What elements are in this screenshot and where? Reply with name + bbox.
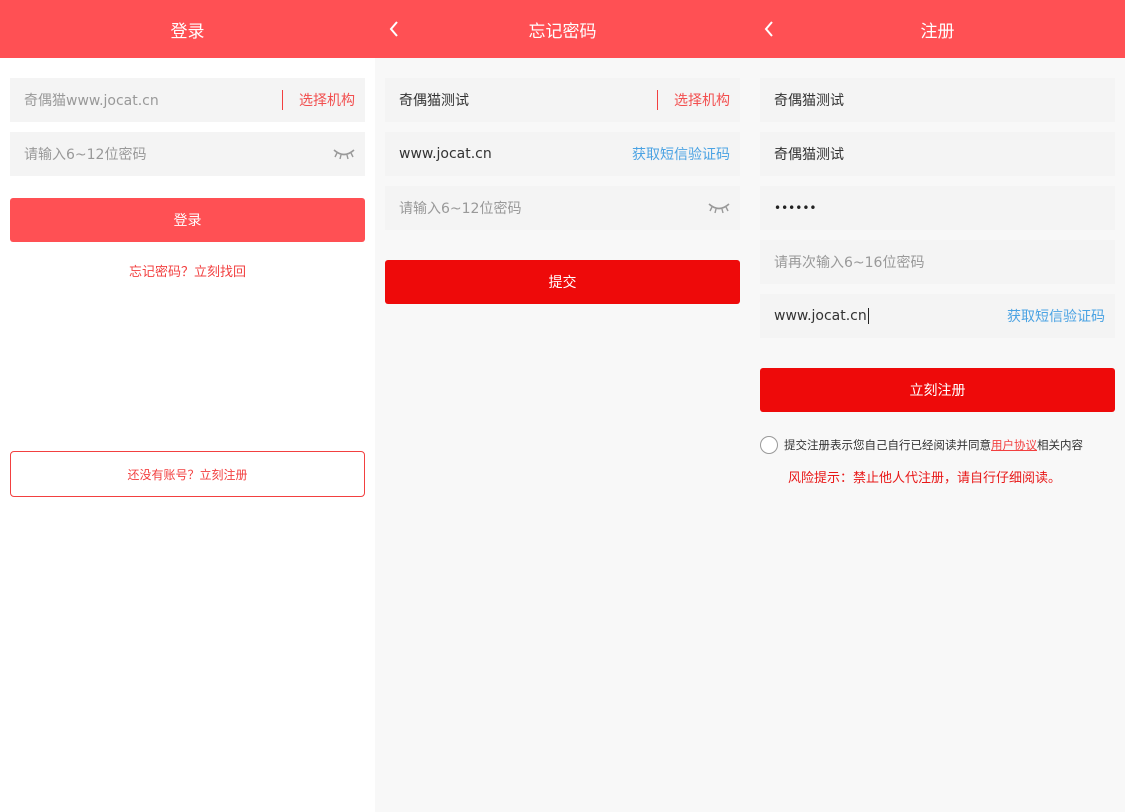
forgot-password-screen: 忘记密码 奇偶猫测试 选择机构 www.jocat.cn 获取短信验证码 请输入… [375, 0, 750, 812]
institution-value: 奇偶猫测试 [774, 93, 844, 109]
get-sms-code-link[interactable]: 获取短信验证码 [1007, 306, 1105, 326]
password-masked-value: •••••• [774, 201, 817, 215]
password-field[interactable]: •••••• [760, 186, 1115, 230]
institution-value: 奇偶猫测试 [399, 93, 469, 109]
forgot-password-link[interactable]: 忘记密码？立刻找回 [0, 261, 375, 280]
submit-button[interactable]: 提交 [385, 260, 740, 304]
login-button[interactable]: 登录 [10, 198, 365, 242]
new-password-field[interactable]: 请输入6~12位密码 [385, 186, 740, 230]
confirm-password-field[interactable]: 请再次输入6~16位密码 [760, 240, 1115, 284]
chevron-left-icon[interactable] [383, 18, 405, 40]
page-title: 忘记密码 [528, 21, 597, 42]
confirm-password-placeholder: 请再次输入6~16位密码 [774, 255, 925, 271]
login-header: 登录 [0, 0, 375, 58]
phone-value: www.jocat.cn [774, 308, 869, 324]
chevron-left-icon[interactable] [758, 18, 780, 40]
login-screen: 登录 奇偶猫www.jocat.cn 选择机构 请输入6~12位密码 登录 忘记… [0, 0, 375, 812]
user-agreement-link[interactable]: 用户协议 [991, 438, 1037, 452]
eye-closed-icon[interactable] [333, 147, 355, 161]
name-value: 奇偶猫测试 [774, 147, 844, 163]
register-header: 注册 [750, 0, 1125, 58]
password-placeholder: 请输入6~12位密码 [24, 147, 147, 163]
phone-field[interactable]: www.jocat.cn 获取短信验证码 [385, 132, 740, 176]
forgot-header: 忘记密码 [375, 0, 750, 58]
text-caret [867, 308, 869, 324]
divider [657, 90, 658, 110]
register-button[interactable]: 立刻注册 [760, 368, 1115, 412]
institution-field[interactable]: 奇偶猫www.jocat.cn 选择机构 [10, 78, 365, 122]
divider [282, 90, 283, 110]
institution-field[interactable]: 奇偶猫测试 [760, 78, 1115, 122]
eye-closed-icon[interactable] [708, 201, 730, 215]
risk-notice: 风险提示：禁止他人代注册，请自行仔细阅读。 [788, 471, 1062, 486]
register-now-button[interactable]: 还没有账号？立刻注册 [10, 451, 365, 497]
agreement-row: 提交注册表示您自己自行已经阅读并同意用户协议相关内容 [760, 436, 1120, 454]
phone-value: www.jocat.cn [399, 146, 492, 162]
phone-field[interactable]: www.jocat.cn 获取短信验证码 [760, 294, 1115, 338]
radio-unchecked-icon[interactable] [760, 436, 778, 454]
institution-placeholder: 奇偶猫www.jocat.cn [24, 93, 159, 109]
page-title: 注册 [920, 21, 955, 42]
get-sms-code-link[interactable]: 获取短信验证码 [632, 144, 730, 164]
choose-org-link[interactable]: 选择机构 [674, 90, 730, 110]
agreement-text: 提交注册表示您自己自行已经阅读并同意用户协议相关内容 [784, 438, 1083, 452]
institution-field[interactable]: 奇偶猫测试 选择机构 [385, 78, 740, 122]
page-title: 登录 [170, 21, 205, 42]
password-placeholder: 请输入6~12位密码 [399, 201, 522, 217]
name-field[interactable]: 奇偶猫测试 [760, 132, 1115, 176]
choose-org-link[interactable]: 选择机构 [299, 90, 355, 110]
register-screen: 注册 奇偶猫测试 奇偶猫测试 •••••• 请再次输入6~16位密码 www.j… [750, 0, 1125, 812]
password-field[interactable]: 请输入6~12位密码 [10, 132, 365, 176]
